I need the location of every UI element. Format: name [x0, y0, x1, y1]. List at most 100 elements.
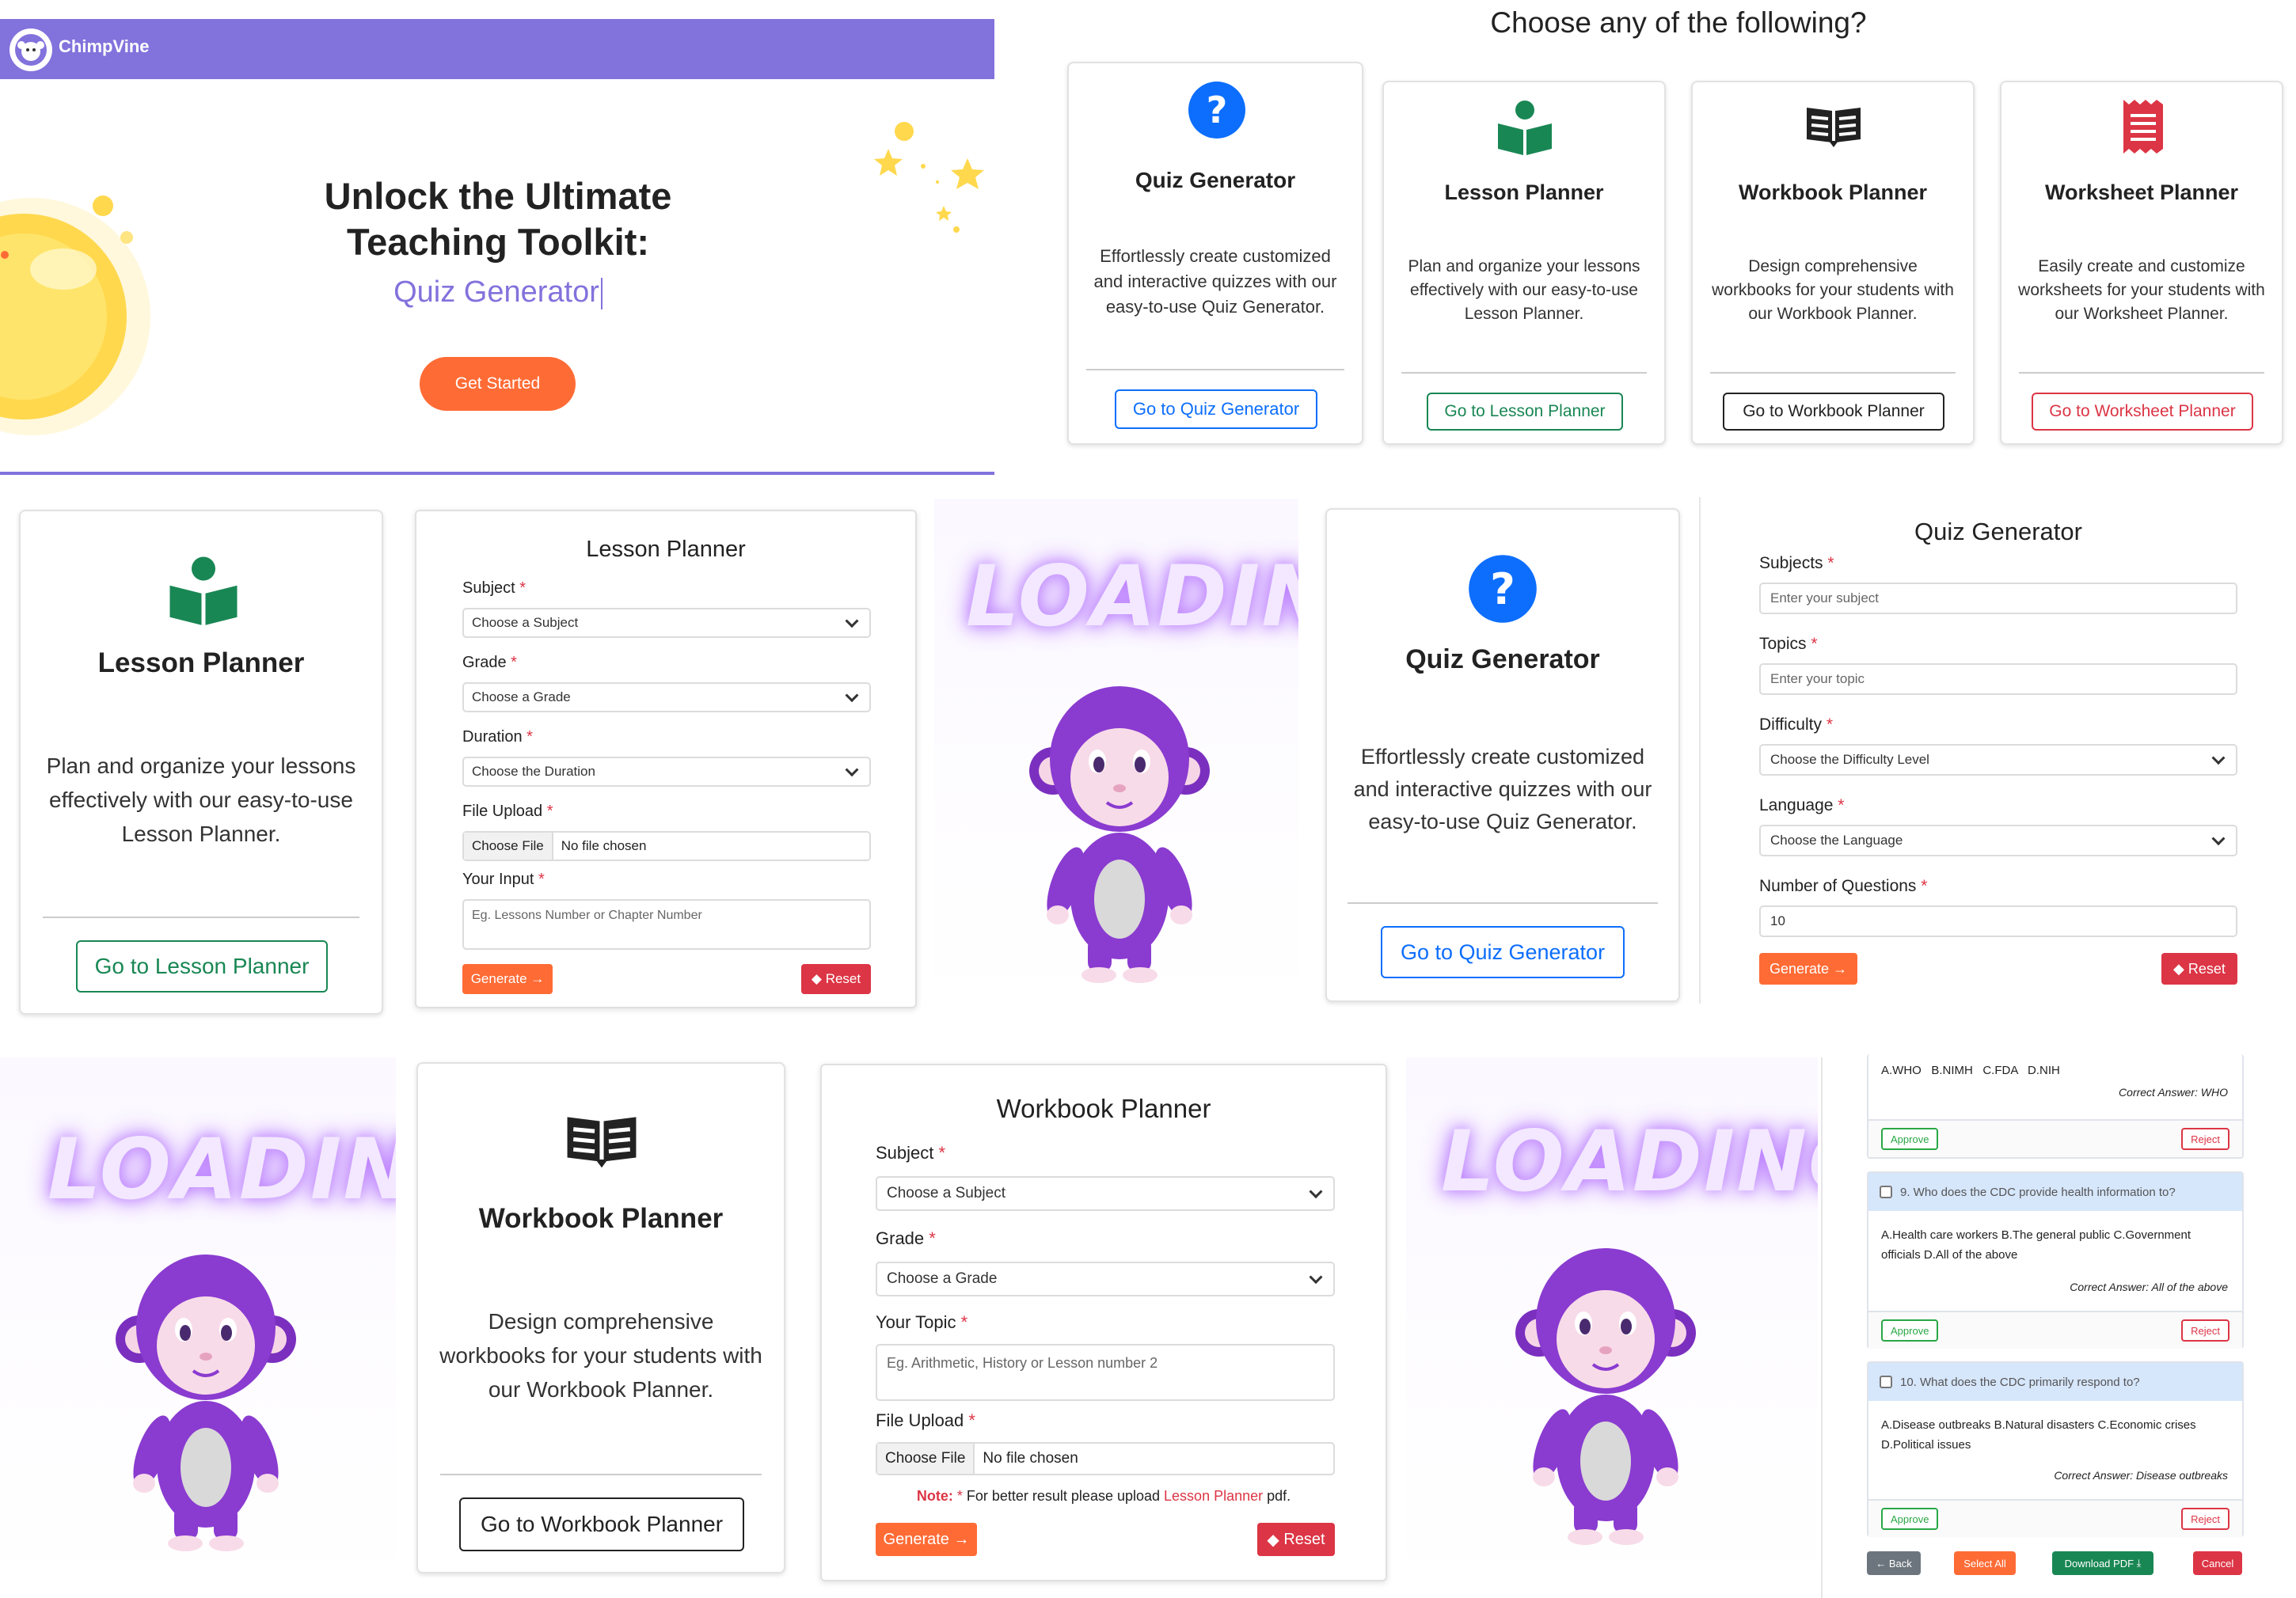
reset-button[interactable]: ◆ Reset — [1257, 1523, 1335, 1556]
difficulty-select[interactable]: Choose the Difficulty Level — [1759, 744, 2237, 776]
label-text: Topics — [1759, 635, 1807, 653]
choose-file-button[interactable]: Choose File — [464, 833, 553, 860]
typed-word: Quiz Generator — [393, 275, 599, 309]
quiz-generator-card-large: ? Quiz Generator Effortlessly create cus… — [1325, 508, 1680, 1002]
subjects-label: Subjects * — [1759, 554, 1834, 572]
label-text: File Upload — [876, 1410, 964, 1430]
arrow-right-icon: → — [953, 1530, 970, 1548]
label-text: File Upload — [462, 803, 543, 820]
worksheet-planner-card: Worksheet Planner Easily create and cust… — [2000, 81, 2283, 445]
go-to-worksheet-planner-button[interactable]: Go to Worksheet Planner — [2032, 393, 2253, 431]
question-actions: Approve Reject — [1868, 1119, 2242, 1157]
card-title: Workbook Planner — [1738, 180, 1928, 204]
chevron-down-icon — [845, 763, 859, 777]
reject-button[interactable]: Reject — [2181, 1508, 2229, 1530]
button-label: Select All — [1963, 1557, 2006, 1570]
chevron-down-icon — [1309, 1270, 1323, 1285]
generate-button[interactable]: Generate → — [876, 1523, 977, 1556]
number-of-questions-input[interactable]: 10 — [1759, 905, 2237, 937]
card-divider — [1710, 372, 1956, 374]
reading-person-icon — [1496, 100, 1553, 159]
go-to-lesson-planner-button[interactable]: Go to Lesson Planner — [76, 940, 328, 993]
select-all-button[interactable]: Select All — [1954, 1551, 2016, 1575]
approve-button[interactable]: Approve — [1881, 1508, 1939, 1530]
subject-select[interactable]: Choose a Subject — [462, 608, 871, 638]
get-started-button[interactable]: Get Started — [420, 357, 576, 411]
loading-panel: LOADING! — [934, 499, 1298, 1005]
correct-answer: Correct Answer: Disease outbreaks — [2054, 1469, 2228, 1482]
go-to-workbook-planner-button[interactable]: Go to Workbook Planner — [1723, 393, 1944, 431]
your-topic-textarea[interactable]: Eg. Arithmetic, History or Lesson number… — [876, 1344, 1335, 1401]
card-description: Plan and organize your lessons effective… — [46, 753, 356, 846]
question-card-8: A.WHO B.NIMH C.FDA D.NIH Correct Answer:… — [1867, 1054, 2244, 1159]
lesson-planner-link[interactable]: Lesson Planner — [1164, 1488, 1263, 1504]
hero-panel: ChimpVine Unlock the Ultimate Teaching T… — [0, 0, 996, 478]
brand-name[interactable]: ChimpVine — [59, 36, 150, 57]
subject-select[interactable]: Choose a Subject — [876, 1176, 1335, 1211]
reset-button[interactable]: ◆ Reset — [801, 964, 871, 994]
download-pdf-button[interactable]: Download PDF ⤓ — [2052, 1551, 2153, 1575]
receipt-icon — [2122, 98, 2165, 159]
grade-label: Grade * — [462, 654, 517, 671]
card-description: Plan and organize your lessons effective… — [1408, 257, 1640, 323]
question-header[interactable]: 9. Who does the CDC provide health infor… — [1868, 1173, 2242, 1211]
your-input-textarea[interactable]: Eg. Lessons Number or Chapter Number — [462, 899, 871, 950]
grade-select[interactable]: Choose a Grade — [876, 1262, 1335, 1296]
approve-button[interactable]: Approve — [1881, 1128, 1939, 1150]
go-to-quiz-generator-button[interactable]: Go to Quiz Generator — [1381, 926, 1625, 978]
go-to-quiz-generator-button[interactable]: Go to Quiz Generator — [1115, 389, 1317, 429]
choose-heading: Choose any of the following? — [1490, 6, 1867, 39]
card-description: Design comprehensive workbooks for your … — [439, 1309, 762, 1402]
select-value: Choose a Subject — [887, 1185, 1005, 1201]
back-button[interactable]: ← Back — [1867, 1551, 1921, 1575]
choose-file-button[interactable]: Choose File — [877, 1444, 975, 1474]
label-text: Difficulty — [1759, 715, 1822, 734]
loading-text: LOADING! — [48, 1121, 396, 1218]
quiz-generator-card: ? Quiz Generator Effortlessly create cus… — [1067, 62, 1363, 445]
subjects-input[interactable]: Enter your subject — [1759, 583, 2237, 614]
duration-select[interactable]: Choose the Duration — [462, 757, 871, 787]
eraser-icon: ◆ — [811, 971, 822, 986]
question-header[interactable]: 10. What does the CDC primarily respond … — [1868, 1363, 2242, 1401]
upload-note: Note: * For better result please upload … — [822, 1488, 1386, 1505]
cancel-button[interactable]: Cancel — [2193, 1551, 2242, 1575]
reject-button[interactable]: Reject — [2181, 1319, 2229, 1342]
label-text: Language — [1759, 796, 1834, 814]
approve-button[interactable]: Approve — [1881, 1319, 1939, 1342]
topics-input[interactable]: Enter your topic — [1759, 663, 2237, 695]
card-description: Effortlessly create customized and inter… — [1093, 246, 1337, 317]
card-description: Easily create and customize worksheets f… — [2018, 257, 2265, 323]
generate-button[interactable]: Generate → — [1759, 953, 1857, 985]
brand-logo-icon[interactable] — [10, 28, 52, 71]
go-to-lesson-planner-button[interactable]: Go to Lesson Planner — [1427, 393, 1623, 431]
button-label: Reset — [2188, 960, 2226, 977]
label-text: Subject — [876, 1143, 934, 1163]
file-upload-input[interactable]: Choose File No file chosen — [876, 1442, 1335, 1475]
reset-button[interactable]: ◆ Reset — [2161, 953, 2237, 985]
label-text: Grade — [876, 1228, 925, 1248]
workbook-planner-form: Workbook Planner Subject * Choose a Subj… — [820, 1064, 1387, 1581]
card-title: Quiz Generator — [1135, 168, 1296, 192]
button-label: Generate — [470, 971, 527, 986]
question-checkbox[interactable] — [1880, 1186, 1892, 1198]
hero-heading-line1: Unlock the Ultimate — [324, 175, 672, 217]
grade-select[interactable]: Choose a Grade — [462, 682, 871, 712]
file-upload-input[interactable]: Choose File No file chosen — [462, 831, 871, 861]
question-actions: Approve Reject — [1868, 1311, 2242, 1349]
loading-panel: LOADING! — [1406, 1057, 1818, 1588]
topics-label: Topics * — [1759, 635, 1818, 653]
go-to-workbook-planner-button[interactable]: Go to Workbook Planner — [459, 1497, 744, 1551]
label-text: Your Input — [462, 871, 534, 888]
loading-panel: LOADING! — [0, 1057, 396, 1588]
arrow-right-icon: → — [530, 971, 545, 986]
question-checkbox[interactable] — [1880, 1376, 1892, 1388]
loading-text: LOADING! — [966, 548, 1298, 645]
question-circle-icon: ? — [1468, 554, 1538, 628]
reject-button[interactable]: Reject — [2181, 1128, 2229, 1150]
select-value: Choose a Subject — [472, 615, 579, 630]
generate-button[interactable]: Generate → — [462, 964, 553, 994]
card-title: Lesson Planner — [97, 647, 305, 678]
language-select[interactable]: Choose the Language — [1759, 825, 2237, 856]
arrow-left-icon: ← — [1876, 1557, 1887, 1570]
card-divider — [1401, 372, 1647, 374]
